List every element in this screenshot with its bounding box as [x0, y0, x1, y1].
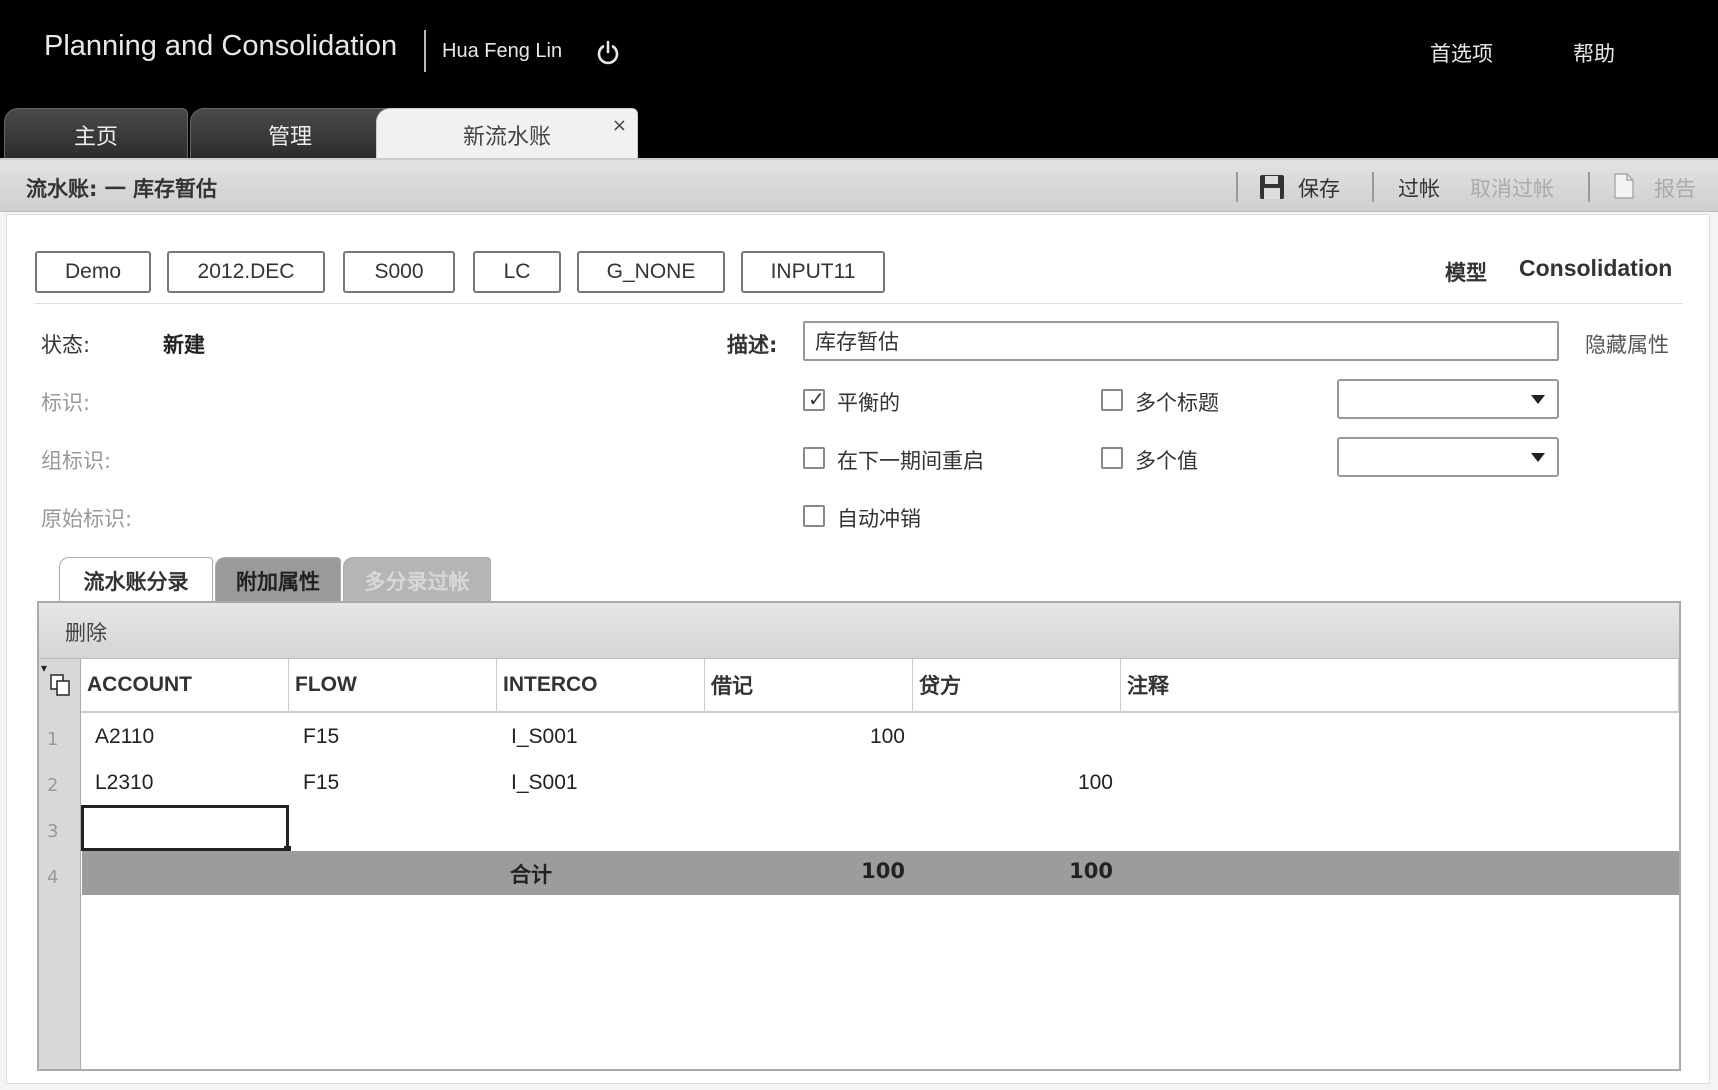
auto-reverse-checkbox[interactable] [803, 505, 825, 527]
column-header-account[interactable]: ACCOUNT [81, 659, 289, 713]
group-id-label: 组标识: [41, 449, 112, 473]
unpost-button[interactable]: 取消过帐 [1470, 173, 1554, 203]
preferences-link[interactable]: 首选项 [1430, 38, 1493, 68]
multi-value-label: 多个值 [1135, 449, 1198, 473]
subtab-journal-entries[interactable]: 流水账分录 [59, 557, 213, 603]
delete-button[interactable]: 删除 [65, 617, 107, 647]
tab-new-journal[interactable]: 新流水账 × [376, 108, 638, 160]
row-number: 3 [47, 821, 59, 842]
journal-toolbar: 流水账: 一 库存暂估 保存 过帐 取消过帐 报告 [0, 160, 1718, 212]
row-number: 1 [47, 729, 59, 750]
pov-button-model[interactable]: Demo [35, 251, 151, 293]
pov-button-audit[interactable]: INPUT11 [741, 251, 885, 293]
header-divider [424, 30, 426, 72]
power-icon[interactable] [595, 40, 621, 66]
pov-button-group[interactable]: G_NONE [577, 251, 725, 293]
row-gutter: ▾ 1 2 3 4 [39, 659, 81, 1069]
model-label: 模型 [1445, 261, 1487, 285]
toolbar-divider [1588, 172, 1590, 202]
description-label: 描述: [727, 333, 778, 357]
journal-grid: 删除 ▾ 1 2 3 4 ACCOUNT FLOW INTERCO 借记 贷方 … [37, 601, 1681, 1071]
hide-attributes-link[interactable]: 隐藏属性 [1585, 329, 1669, 359]
tab-label: 管理 [267, 124, 312, 150]
tab-admin[interactable]: 管理 [190, 108, 390, 160]
auto-reverse-label: 自动冲销 [837, 507, 921, 531]
subtab-additional-attributes[interactable]: 附加属性 [215, 557, 341, 603]
tab-label: 新流水账 [462, 124, 551, 150]
copy-icon[interactable] [49, 673, 71, 697]
status-value: 新建 [163, 333, 205, 357]
reopen-checkbox[interactable] [803, 447, 825, 469]
cell-account[interactable]: A2110 [95, 725, 154, 749]
cell-flow[interactable]: F15 [303, 771, 339, 795]
toolbar-divider [1372, 172, 1374, 202]
help-link[interactable]: 帮助 [1573, 38, 1615, 68]
cell-interco[interactable]: I_S001 [511, 771, 578, 795]
multi-header-checkbox[interactable] [1101, 389, 1123, 411]
description-input[interactable] [803, 321, 1559, 361]
total-label: 合计 [510, 863, 552, 887]
active-cell-editor[interactable] [81, 805, 291, 853]
original-id-label: 原始标识: [41, 507, 133, 531]
reopen-label: 在下一期间重启 [837, 449, 984, 473]
pov-button-currency[interactable]: LC [473, 251, 561, 293]
cell-credit[interactable]: 100 [913, 771, 1113, 795]
app-title: Planning and Consolidation [44, 30, 398, 62]
column-header-flow[interactable]: FLOW [289, 659, 497, 713]
model-value: Consolidation [1519, 255, 1673, 281]
chevron-down-icon [1531, 395, 1545, 404]
chevron-down-icon [1531, 453, 1545, 462]
cell-debit[interactable]: 100 [705, 725, 905, 749]
tab-label: 主页 [73, 124, 118, 150]
row-number: 2 [47, 775, 59, 796]
column-header-interco[interactable]: INTERCO [497, 659, 705, 713]
subtab-multi-entry-post[interactable]: 多分录过帐 [343, 557, 491, 603]
cell-account[interactable]: L2310 [95, 771, 153, 795]
multi-value-dropdown[interactable] [1337, 437, 1559, 477]
report-button[interactable]: 报告 [1654, 173, 1696, 203]
total-row: 合计 100 100 [82, 851, 1679, 895]
close-icon[interactable]: × [612, 115, 627, 136]
page-title: 流水账: 一 库存暂估 [26, 177, 218, 201]
check-icon: ✓ [808, 387, 825, 411]
user-name: Hua Feng Lin [442, 40, 563, 62]
total-debit: 100 [861, 859, 905, 883]
cell-flow[interactable]: F15 [303, 725, 339, 749]
journal-form: Demo 2012.DEC S000 LC G_NONE INPUT11 模型 … [6, 214, 1710, 1084]
balanced-label: 平衡的 [837, 391, 900, 415]
pov-button-entity[interactable]: S000 [343, 251, 455, 293]
post-button[interactable]: 过帐 [1398, 173, 1440, 203]
total-credit: 100 [1069, 859, 1113, 883]
pov-button-time[interactable]: 2012.DEC [167, 251, 325, 293]
status-label: 状态: [41, 333, 91, 357]
row-number: 4 [47, 867, 59, 888]
main-panel: 流水账: 一 库存暂估 保存 过帐 取消过帐 报告 Demo 2012.DEC … [0, 158, 1718, 1090]
cell-interco[interactable]: I_S001 [511, 725, 578, 749]
divider [35, 303, 1683, 304]
multi-header-dropdown[interactable] [1337, 379, 1559, 419]
column-header-debit[interactable]: 借记 [705, 659, 913, 713]
chevron-down-icon[interactable]: ▾ [41, 661, 47, 675]
grid-toolbar: 删除 [39, 603, 1679, 659]
toolbar-divider [1236, 172, 1238, 202]
app-header: Planning and Consolidation Hua Feng Lin … [0, 0, 1718, 160]
id-label: 标识: [41, 391, 91, 415]
column-header-comment[interactable]: 注释 [1121, 659, 1679, 713]
save-button[interactable]: 保存 [1298, 173, 1340, 203]
report-icon[interactable] [1612, 172, 1636, 200]
multi-header-label: 多个标题 [1135, 391, 1219, 415]
tab-home[interactable]: 主页 [4, 108, 188, 160]
column-header-credit[interactable]: 贷方 [913, 659, 1121, 713]
multi-value-checkbox[interactable] [1101, 447, 1123, 469]
save-icon[interactable] [1258, 173, 1286, 201]
balanced-checkbox[interactable]: ✓ [803, 387, 825, 411]
